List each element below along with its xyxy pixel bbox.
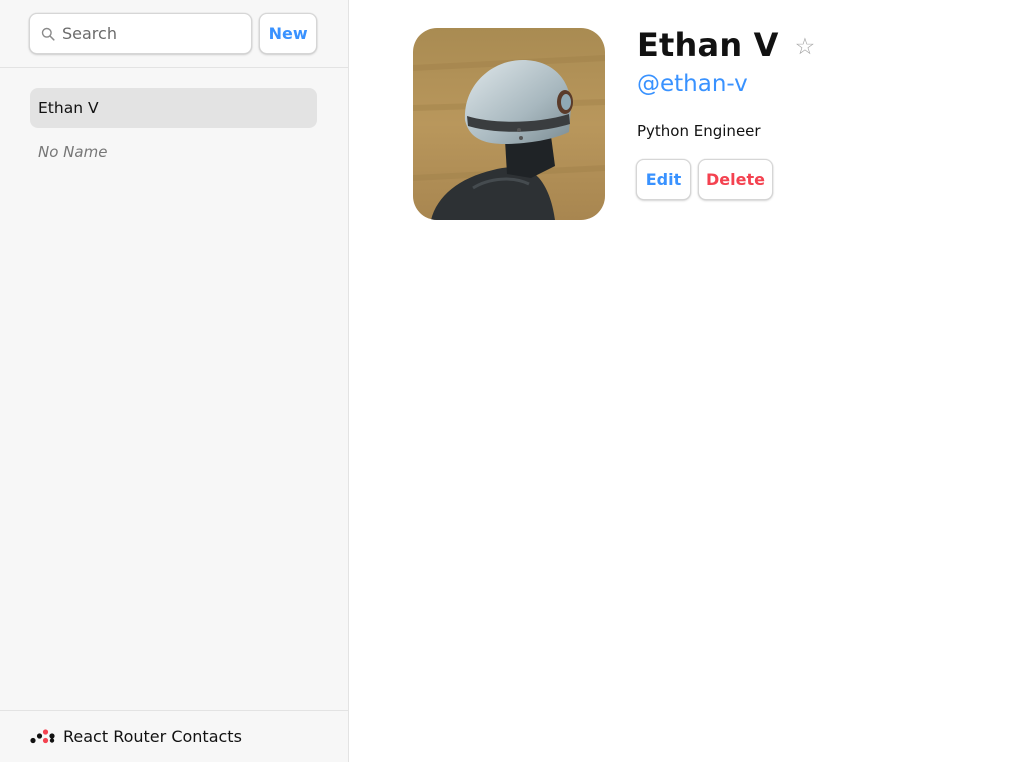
contact-list-item-no-name[interactable]: No Name — [30, 132, 317, 172]
favorite-star-icon[interactable]: ☆ — [795, 35, 816, 59]
sidebar-footer: React Router Contacts — [0, 710, 348, 762]
app: New Ethan V No Name React Router Contact… — [0, 0, 1024, 762]
contact-actions: Edit Delete — [636, 159, 773, 200]
contact-avatar — [413, 28, 605, 220]
contact-notes: Python Engineer — [637, 122, 761, 140]
contact-list-item-label: No Name — [38, 143, 108, 161]
contact-list-item-label: Ethan V — [38, 99, 99, 117]
contact-list: Ethan V No Name — [0, 68, 348, 710]
delete-button[interactable]: Delete — [698, 159, 773, 200]
contact-detail: Ethan V ☆ @ethan-v Python Engineer Edit … — [349, 0, 1024, 762]
search-icon — [41, 27, 55, 41]
sidebar: New Ethan V No Name React Router Contact… — [0, 0, 349, 762]
contact-name: Ethan V — [637, 26, 779, 64]
react-router-logo-icon — [30, 729, 55, 744]
search-box[interactable] — [29, 13, 253, 54]
app-title: React Router Contacts — [63, 727, 242, 746]
contact-list-item-ethan-v[interactable]: Ethan V — [30, 88, 317, 128]
edit-button[interactable]: Edit — [636, 159, 691, 200]
contact-photo-icon — [413, 28, 605, 220]
sidebar-header: New — [0, 0, 348, 68]
contact-name-row: Ethan V ☆ — [637, 26, 815, 64]
new-contact-button[interactable]: New — [259, 13, 317, 54]
search-input[interactable] — [30, 14, 252, 53]
twitter-handle-link[interactable]: @ethan-v — [637, 71, 748, 97]
